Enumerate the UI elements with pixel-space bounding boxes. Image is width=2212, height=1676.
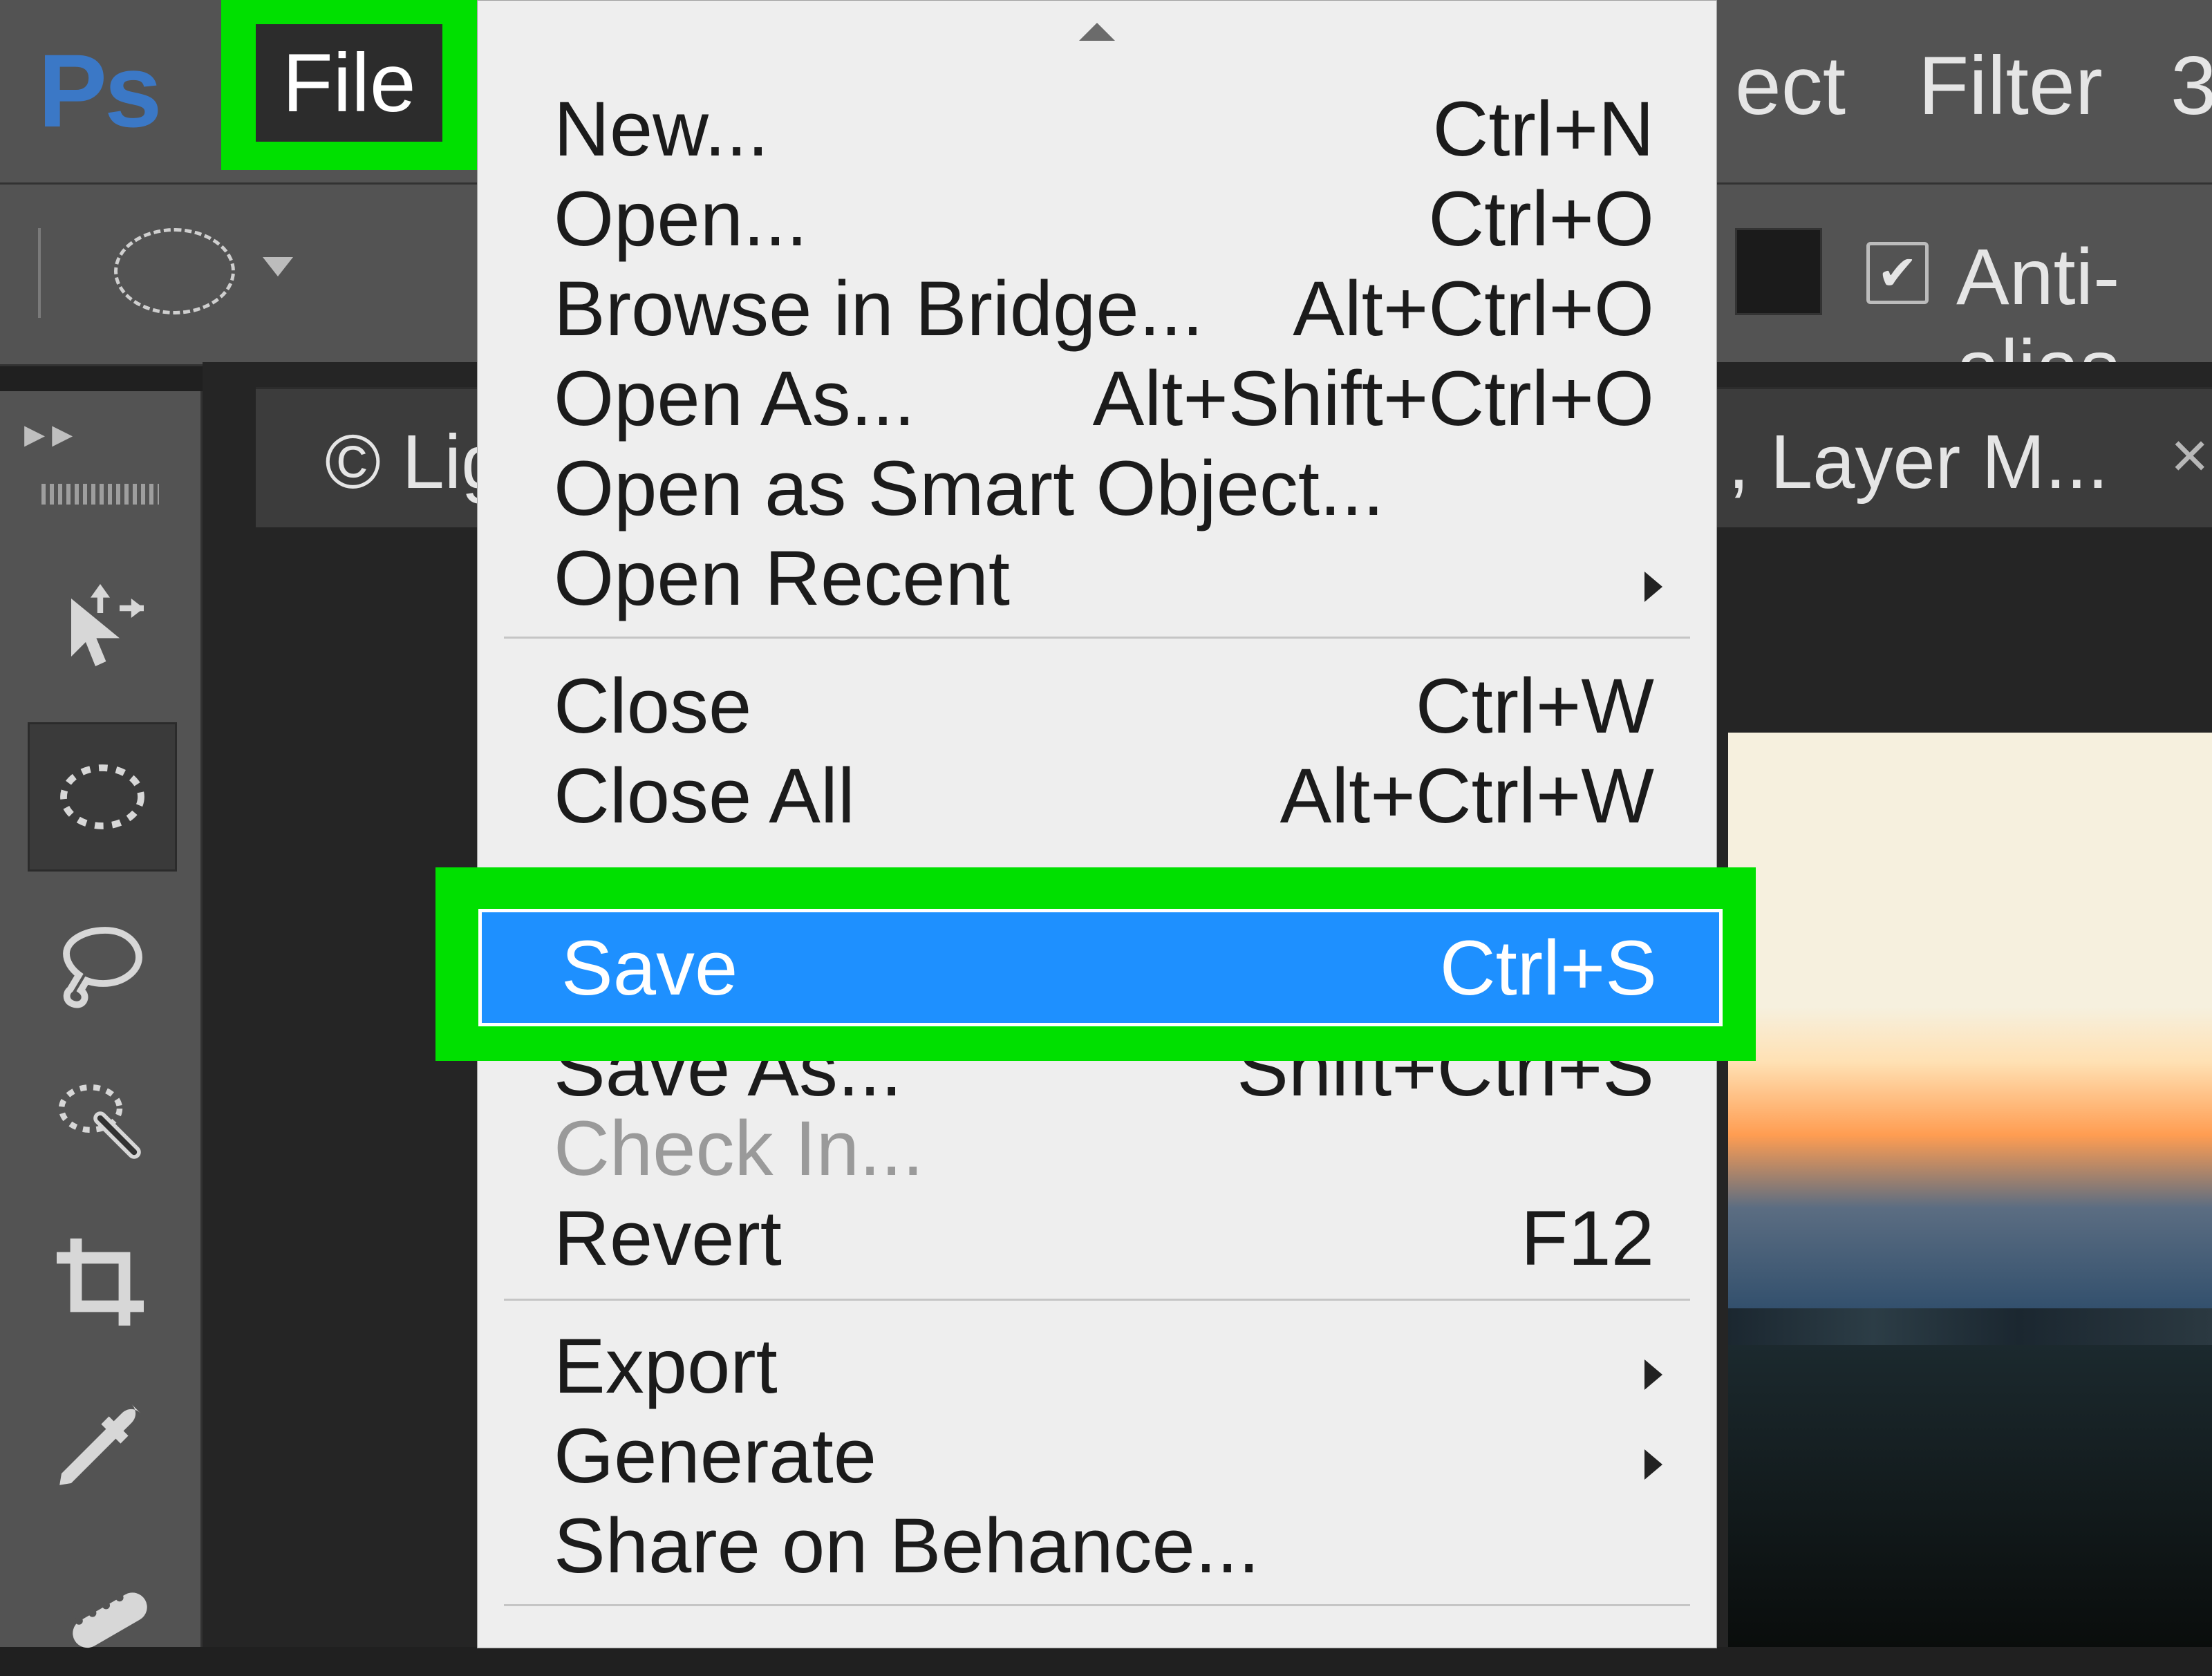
menu-item-label: Save xyxy=(561,923,738,1013)
menu-item-label: Open... xyxy=(554,174,807,263)
crop-tool[interactable] xyxy=(28,1209,173,1355)
tools-expand-icon[interactable]: ▸▸ xyxy=(24,409,79,458)
menu-item-shortcut: Ctrl+N xyxy=(1433,84,1654,173)
current-tool-icon[interactable] xyxy=(114,228,235,314)
app-logo: Ps xyxy=(38,31,159,151)
menu-item-shortcut: Ctrl+W xyxy=(1416,661,1654,751)
menu-item-browse-in-bridge[interactable]: Browse in Bridge... Alt+Ctrl+O xyxy=(478,263,1716,353)
menu-item-share-on-behance[interactable]: Share on Behance... xyxy=(478,1500,1716,1590)
quick-selection-icon xyxy=(52,1075,149,1171)
document-close-button[interactable]: × xyxy=(2171,418,2209,493)
menu-item-label: Open as Smart Object... xyxy=(554,444,1384,533)
quick-selection-tool[interactable] xyxy=(28,1051,173,1196)
menu-item-shortcut: Alt+Ctrl+O xyxy=(1293,264,1654,353)
menu-item-label: Share on Behance... xyxy=(554,1501,1259,1590)
eyedropper-tool[interactable] xyxy=(28,1372,173,1517)
menu-item-label: Browse in Bridge... xyxy=(554,264,1203,353)
marquee-icon xyxy=(54,748,151,845)
elliptical-marquee-tool[interactable] xyxy=(28,722,177,872)
crop-icon xyxy=(52,1234,149,1330)
menu-item-check-in: Check In... xyxy=(478,1103,1716,1193)
menu-item-open-as-smart-object[interactable]: Open as Smart Object... xyxy=(478,443,1716,533)
menu-separator xyxy=(504,1604,1690,1606)
menu-item-shortcut: F12 xyxy=(1521,1194,1654,1283)
menu-item-export[interactable]: Export xyxy=(478,1321,1716,1411)
menu-item-label: Open As... xyxy=(554,354,915,443)
menu-item-new[interactable]: New... Ctrl+N xyxy=(478,84,1716,173)
menu-separator xyxy=(504,637,1690,639)
move-tool[interactable] xyxy=(28,560,173,705)
menu-item-close-all[interactable]: Close All Alt+Ctrl+W xyxy=(478,751,1716,840)
menu-item-save[interactable]: Save Ctrl+S xyxy=(478,909,1723,1026)
submenu-arrow-icon xyxy=(1644,572,1662,602)
menu-item-shortcut: Alt+Shift+Ctrl+O xyxy=(1093,354,1654,443)
menu-item-shortcut: Ctrl+O xyxy=(1428,174,1654,263)
submenu-arrow-icon xyxy=(1644,1449,1662,1480)
menu-select-partial[interactable]: ect xyxy=(1735,38,1846,133)
menu-separator xyxy=(504,1299,1690,1301)
menu-item-open-as[interactable]: Open As... Alt+Shift+Ctrl+O xyxy=(478,353,1716,443)
lasso-tool[interactable] xyxy=(28,892,173,1037)
move-icon xyxy=(52,584,149,681)
tools-grip-icon[interactable] xyxy=(41,484,159,505)
anti-alias-checkbox[interactable]: ✔ xyxy=(1866,242,1929,304)
menu-item-label: Export xyxy=(554,1321,778,1411)
menu-item-open-recent[interactable]: Open Recent xyxy=(478,533,1716,623)
menu-item-label: Close xyxy=(554,661,751,751)
file-menu-dropdown: New... Ctrl+N Open... Ctrl+O Browse in B… xyxy=(477,0,1717,1648)
menu-item-label: Open Recent xyxy=(554,534,1010,623)
lasso-icon xyxy=(52,916,149,1013)
menu-item-label: Revert xyxy=(554,1194,782,1283)
menu-item-shortcut: Ctrl+S xyxy=(1440,923,1657,1013)
menu-file[interactable]: File xyxy=(256,24,442,142)
options-divider xyxy=(38,228,41,318)
menu-item-shortcut: Alt+Ctrl+W xyxy=(1280,751,1654,840)
menu-item-label: Close All xyxy=(554,751,855,840)
menu-item-close[interactable]: Close Ctrl+W xyxy=(478,661,1716,751)
color-swatch[interactable] xyxy=(1735,228,1822,315)
menu-scroll-up-icon[interactable] xyxy=(1079,23,1115,41)
menu-item-label: Check In... xyxy=(554,1104,924,1193)
menu-filter[interactable]: Filter xyxy=(1918,38,2103,133)
healing-brush-tool[interactable] xyxy=(28,1531,173,1676)
eyedropper-icon xyxy=(52,1396,149,1493)
menu-item-open[interactable]: Open... Ctrl+O xyxy=(478,173,1716,263)
document-canvas[interactable] xyxy=(1728,733,2212,1647)
healing-brush-icon xyxy=(52,1555,149,1652)
submenu-arrow-icon xyxy=(1644,1359,1662,1390)
menu-3d-partial[interactable]: 3 xyxy=(2171,38,2212,133)
menu-item-revert[interactable]: Revert F12 xyxy=(478,1193,1716,1283)
menu-item-label: New... xyxy=(554,84,769,173)
document-title-right[interactable]: , Layer M... xyxy=(1728,418,2108,506)
menu-item-generate[interactable]: Generate xyxy=(478,1411,1716,1500)
menu-item-label: Generate xyxy=(554,1411,877,1500)
tool-preset-dropdown-icon[interactable] xyxy=(263,257,293,276)
